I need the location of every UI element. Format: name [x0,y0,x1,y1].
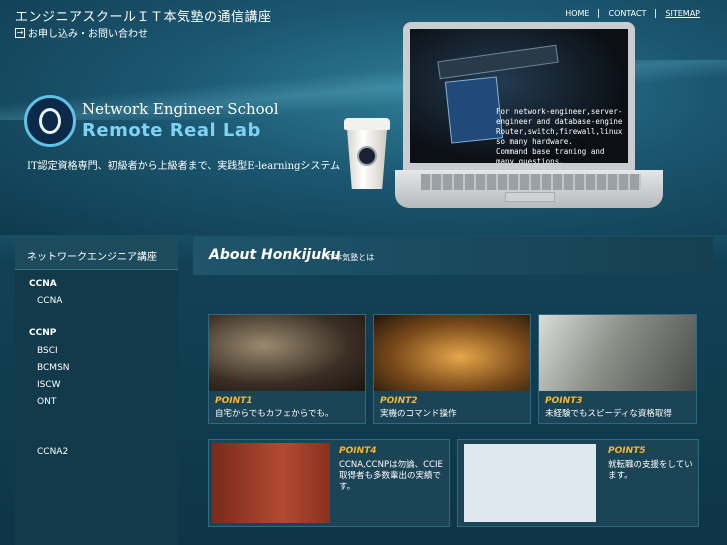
point-label-5: POINT5 [608,446,646,456]
contact-link-label: お申し込み・お問い合わせ [28,29,148,40]
point-card-5[interactable]: POINT5 就転職の支援をしています。 [457,439,699,527]
tagline: IT認定資格専門、初級者から上級者まで、実践型E-learningシステム [27,161,341,172]
terminal-text: For network-engineer,server- engineer an… [496,107,623,163]
point-desc-1: 自宅からでもカフェからでも。 [215,409,334,419]
top-nav: HOME CONTACT SITEMAP [556,9,709,18]
laptop-image: For network-engineer,server- engineer an… [395,22,667,212]
nav-home[interactable]: HOME [556,9,598,18]
sidebar-item-bcmsn[interactable]: BCMSN [15,363,70,373]
point-label-3: POINT3 [545,396,583,406]
logo-line1: Network Engineer School [82,100,279,118]
sidebar-item-ccna[interactable]: CCNA [15,296,62,306]
header: エンジニアスクールＩＴ本気塾の通信講座 → お申し込み・お問い合わせ HOME … [0,0,727,235]
point-desc-2: 実機のコマンド操作 [380,409,457,419]
sidebar-title: ネットワークエンジニア講座 [15,237,178,270]
school-logo-icon [24,95,76,147]
certificates-photo [212,443,330,523]
section-subtitle: IT本気塾とは [327,253,375,262]
sidebar-category-ccna: CCNA [29,279,57,289]
sidebar-category-ccnp: CCNP [29,328,57,338]
point-desc-4: CCNA,CCNPは勿論、CCIE取得者も多数輩出の実績です。 [339,460,443,492]
point-card-4[interactable]: POINT4 CCNA,CCNPは勿論、CCIE取得者も多数輩出の実績です。 [208,439,450,527]
keyboard-photo [374,315,530,391]
school-title: エンジニアスクールＩＴ本気塾の通信講座 [15,10,272,25]
website-screenshot-image [464,444,596,522]
cafe-photo [209,315,365,391]
laptop-photo [539,315,696,391]
sidebar-item-ccna2[interactable]: CCNA2 [15,447,68,457]
sidebar-item-iscw[interactable]: ISCW [15,380,61,390]
section-heading: About Honkijuku IT本気塾とは [193,237,713,275]
sidebar-item-bsci[interactable]: BSCI [15,346,58,356]
point-label-2: POINT2 [380,396,418,406]
point-card-1[interactable]: POINT1 自宅からでもカフェからでも。 [208,314,366,424]
arrow-right-icon: → [15,27,25,38]
point-desc-5: 就転職の支援をしています。 [608,460,693,481]
sidebar: ネットワークエンジニア講座 CCNA CCNA CCNP BSCI BCMSN … [15,237,178,545]
point-label-4: POINT4 [339,446,377,456]
logo-line2: Remote Real Lab [82,120,261,141]
point-card-3[interactable]: POINT3 未経験でもスピーディな資格取得 [538,314,697,424]
nav-contact[interactable]: CONTACT [598,9,655,18]
page: エンジニアスクールＩＴ本気塾の通信講座 → お申し込み・お問い合わせ HOME … [0,0,727,545]
coffee-cup-image [344,118,390,190]
point-label-1: POINT1 [215,396,253,406]
point-card-2[interactable]: POINT2 実機のコマンド操作 [373,314,531,424]
section-title: About Honkijuku [209,247,341,263]
laptop-screen: For network-engineer,server- engineer an… [410,29,628,163]
contact-link[interactable]: → お申し込み・お問い合わせ [15,25,148,40]
nav-sitemap[interactable]: SITEMAP [655,9,709,18]
point-desc-3: 未経験でもスピーディな資格取得 [545,409,672,419]
sidebar-item-ont[interactable]: ONT [15,397,56,407]
